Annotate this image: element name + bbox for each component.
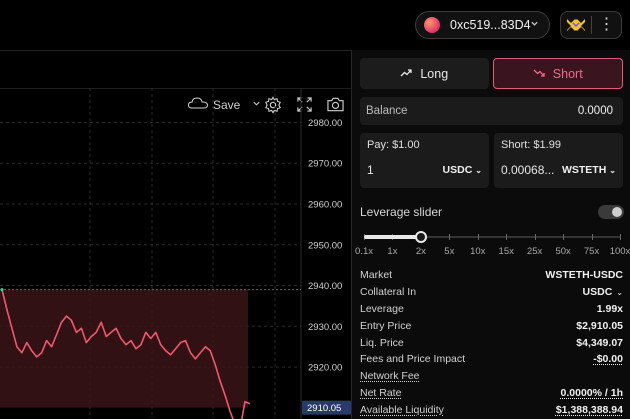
leverage-mark[interactable]: 25x — [527, 246, 542, 257]
info-label: Collateral In — [360, 286, 417, 299]
short-amount-input[interactable]: 0.00068... — [501, 163, 554, 177]
tab-short-label: Short — [552, 66, 583, 81]
info-value: -$0.00 — [593, 353, 623, 366]
info-label: Fees and Price Impact — [360, 353, 466, 366]
chevron-down-icon: ⌄ — [616, 288, 623, 298]
info-value: 0.0000% / 1h — [560, 386, 623, 399]
info-label: Entry Price — [360, 319, 412, 332]
trend-up-icon — [400, 67, 412, 81]
wallet-button[interactable]: 0xc519...83D4 — [415, 11, 550, 39]
leverage-slider-label: Leverage slider — [360, 205, 443, 219]
wallet-address: 0xc519...83D4 — [450, 18, 531, 32]
balance-row: Balance 0.0000 — [360, 97, 623, 125]
slider-tick — [534, 234, 536, 240]
y-tick-label: 2980.00 — [308, 118, 342, 129]
leverage-mark[interactable]: 75x — [584, 246, 599, 257]
trend-down-icon — [533, 67, 545, 81]
pay-input-box: Pay: $1.00 1 USDC ⌄ — [360, 133, 489, 188]
kebab-icon[interactable]: ⋮ — [592, 17, 621, 33]
app-menu[interactable]: ⋮ — [560, 11, 622, 39]
info-row: Net Rate 0.0000% / 1h — [360, 385, 623, 402]
info-value: $2,910.05 — [576, 319, 623, 332]
slider-tick — [563, 234, 565, 240]
chevron-down-icon — [530, 19, 539, 31]
leverage-mark[interactable]: 0.1x — [355, 246, 373, 257]
wallet-avatar-icon — [424, 17, 440, 33]
slider-tick — [620, 234, 621, 240]
info-row: Leverage 1.99x — [360, 301, 623, 318]
pay-label: Pay: $1.00 — [367, 139, 420, 151]
current-price-label: 2910.05 — [307, 403, 341, 414]
price-chart[interactable]: 2980.00 2970.00 2960.00 2950.00 2940.00 2930.… — [0, 88, 351, 419]
info-label: Leverage — [360, 302, 404, 315]
info-row: Collateral In USDC ⌄ — [360, 284, 623, 301]
short-token-select[interactable]: WSTETH ⌄ — [562, 164, 616, 176]
tab-long-label: Long — [420, 66, 449, 81]
tab-long[interactable]: Long — [360, 58, 489, 89]
position-info: Market WSTETH-USDC Collateral In USDC ⌄ Lever… — [360, 267, 623, 418]
short-input-box: Short: $1.99 0.00068... WSTETH ⌄ — [494, 133, 623, 188]
info-value: $1,388,388.94 — [555, 403, 623, 416]
info-value: 1.99x — [596, 302, 623, 315]
info-row: Entry Price $2,910.05 — [360, 317, 623, 334]
slider-thumb[interactable] — [414, 231, 427, 243]
slider-tick — [506, 234, 508, 240]
leverage-mark[interactable]: 50x — [555, 246, 570, 257]
y-tick-label: 2950.00 — [308, 240, 342, 251]
y-tick-label: 2920.00 — [308, 363, 342, 374]
position-tabs: Long Short — [360, 58, 623, 89]
series-start-point — [0, 288, 4, 292]
info-value[interactable]: USDC ⌄ — [583, 286, 623, 298]
info-label: Liq. Price — [360, 336, 404, 349]
position-band — [0, 289, 248, 408]
slider-tick — [477, 234, 479, 240]
info-row: Network Fee — [360, 368, 623, 385]
chevron-down-icon: ⌄ — [609, 166, 616, 175]
y-tick-label: 2970.00 — [308, 159, 342, 170]
info-value: WSTETH-USDC — [545, 269, 623, 282]
y-tick-label: 2940.00 — [308, 281, 342, 292]
leverage-toggle[interactable] — [598, 205, 624, 219]
gmx-logo-icon — [561, 18, 591, 32]
info-row: Market WSTETH-USDC — [360, 267, 623, 284]
leverage-mark[interactable]: 100x — [610, 246, 630, 257]
leverage-mark[interactable]: 5x — [444, 246, 454, 257]
y-tick-label: 2960.00 — [308, 200, 342, 211]
leverage-marks: 0.1x 1x 2x 5x 10x 15x 25x 50x 75x 100x — [355, 246, 630, 258]
short-label: Short: $1.99 — [501, 139, 561, 151]
info-label[interactable]: Available Liquidity — [360, 404, 444, 416]
chevron-down-icon: ⌄ — [475, 166, 482, 175]
info-value: $4,349.07 — [576, 336, 623, 349]
pay-amount-input[interactable]: 1 — [367, 163, 374, 177]
leverage-slider[interactable] — [364, 230, 621, 244]
info-label[interactable]: Network Fee — [360, 370, 420, 382]
info-label[interactable]: Net Rate — [360, 387, 401, 399]
trade-panel: Long Short Balance 0.0000 Pay: $1.00 1 U… — [351, 50, 630, 419]
info-row: Fees and Price Impact -$0.00 — [360, 351, 623, 368]
leverage-mark[interactable]: 2x — [416, 246, 426, 257]
chart-top-toolbar — [0, 51, 351, 89]
slider-tick — [591, 234, 593, 240]
balance-value: 0.0000 — [577, 105, 613, 117]
slider-tick — [449, 234, 451, 240]
info-row: Liq. Price $4,349.07 — [360, 334, 623, 351]
slider-fill — [364, 235, 421, 239]
info-row: Available Liquidity $1,388,388.94 — [360, 401, 623, 418]
pay-token-select[interactable]: USDC ⌄ — [443, 164, 482, 176]
leverage-mark[interactable]: 1x — [387, 246, 397, 257]
leverage-mark[interactable]: 10x — [470, 246, 485, 257]
balance-label: Balance — [366, 105, 408, 117]
top-bar: 0xc519...83D4 ⋮ — [0, 0, 630, 50]
toggle-knob — [612, 207, 622, 217]
info-label: Market — [360, 269, 393, 282]
y-tick-label: 2930.00 — [308, 322, 342, 333]
tab-short[interactable]: Short — [492, 58, 623, 89]
leverage-mark[interactable]: 15x — [499, 246, 514, 257]
